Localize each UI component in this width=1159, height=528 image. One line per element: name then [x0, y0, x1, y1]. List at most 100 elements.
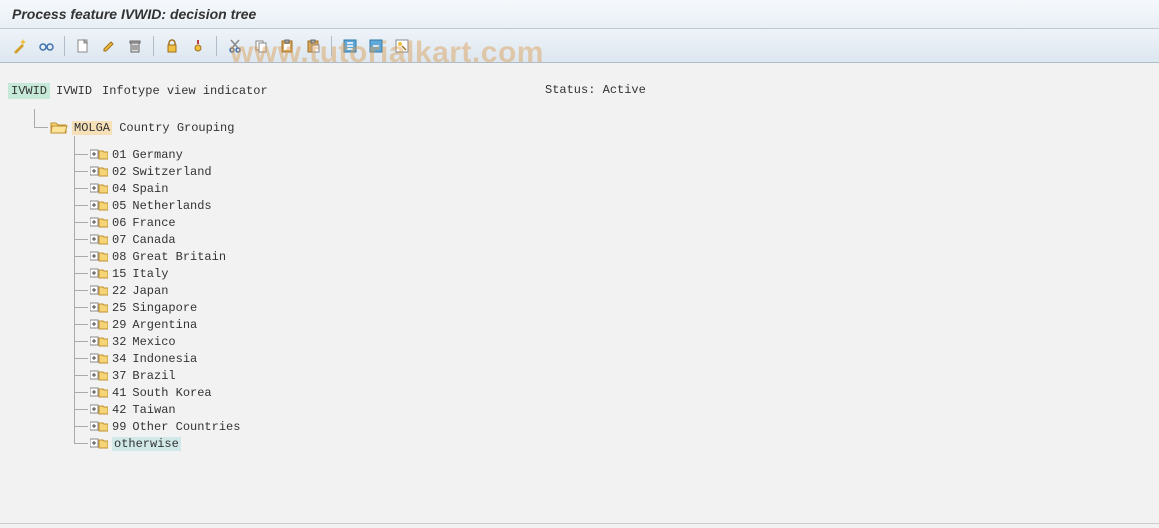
folder-closed-icon: [90, 284, 108, 298]
separator: [64, 36, 65, 56]
separator: [216, 36, 217, 56]
leaf-code: 42: [112, 403, 126, 417]
glasses-icon[interactable]: [34, 34, 58, 58]
folder-closed-icon: [90, 318, 108, 332]
tree-leaf[interactable]: 34 Indonesia: [8, 350, 1151, 367]
tree-leaf[interactable]: 42 Taiwan: [8, 401, 1151, 418]
leaf-code: 08: [112, 250, 126, 264]
leaf-code: 41: [112, 386, 126, 400]
leaf-otherwise: otherwise: [112, 437, 181, 451]
leaf-desc: Singapore: [132, 301, 197, 315]
leaf-code: 99: [112, 420, 126, 434]
separator: [153, 36, 154, 56]
folder-closed-icon: [90, 148, 108, 162]
footer-divider: [0, 523, 1159, 524]
folder-closed-icon: [90, 403, 108, 417]
copy-icon[interactable]: [249, 34, 273, 58]
cut-icon[interactable]: [223, 34, 247, 58]
tree-leaf-otherwise[interactable]: otherwise: [8, 435, 1151, 452]
folder-closed-icon: [90, 335, 108, 349]
leaf-desc: Netherlands: [132, 199, 211, 213]
leaf-code: 15: [112, 267, 126, 281]
leaf-desc: Canada: [132, 233, 175, 247]
tree-leaf[interactable]: 02 Switzerland: [8, 163, 1151, 180]
leaf-code: 04: [112, 182, 126, 196]
leaf-desc: Japan: [132, 284, 168, 298]
toolbar: [0, 29, 1159, 63]
leaf-code: 34: [112, 352, 126, 366]
folder-closed-icon: [90, 386, 108, 400]
folder-closed-icon: [90, 233, 108, 247]
title-bar: Process feature IVWID: decision tree: [0, 0, 1159, 29]
folder-closed-icon: [90, 267, 108, 281]
leaf-code: 25: [112, 301, 126, 315]
tree-leaf[interactable]: 37 Brazil: [8, 367, 1151, 384]
delete-icon[interactable]: [123, 34, 147, 58]
page-title: Process feature IVWID: decision tree: [12, 6, 256, 22]
content-area: IVWID IVWID Infotype view indicator Stat…: [0, 63, 1159, 460]
separator: [331, 36, 332, 56]
tree-leaf[interactable]: 32 Mexico: [8, 333, 1151, 350]
leaf-code: 37: [112, 369, 126, 383]
new-icon[interactable]: [71, 34, 95, 58]
root-badge: IVWID: [8, 83, 50, 99]
leaf-desc: France: [132, 216, 175, 230]
tree-leaf[interactable]: 08 Great Britain: [8, 248, 1151, 265]
tree-leaf[interactable]: 99 Other Countries: [8, 418, 1151, 435]
molga-desc: Country Grouping: [119, 121, 234, 135]
leaf-desc: Argentina: [132, 318, 197, 332]
tree-leaf[interactable]: 01 Germany: [8, 146, 1151, 163]
tree-leaf[interactable]: 41 South Korea: [8, 384, 1151, 401]
collapse-all-icon[interactable]: [364, 34, 388, 58]
root-desc: Infotype view indicator: [102, 84, 268, 98]
folder-closed-icon: [90, 250, 108, 264]
leaf-code: 01: [112, 148, 126, 162]
folder-open-icon: [50, 121, 68, 135]
leaf-desc: Germany: [132, 148, 182, 162]
leaf-desc: Brazil: [132, 369, 175, 383]
tree-leaf[interactable]: 25 Singapore: [8, 299, 1151, 316]
tree-node-molga[interactable]: MOLGA Country Grouping: [8, 119, 1151, 136]
folder-closed-icon: [90, 216, 108, 230]
tree-leaf[interactable]: 06 France: [8, 214, 1151, 231]
tree-leaf[interactable]: 29 Argentina: [8, 316, 1151, 333]
leaf-desc: Mexico: [132, 335, 175, 349]
root-code: IVWID: [56, 84, 92, 98]
folder-closed-icon: [90, 301, 108, 315]
leaf-desc: South Korea: [132, 386, 211, 400]
molga-code: MOLGA: [72, 121, 112, 135]
lock-icon[interactable]: [160, 34, 184, 58]
folder-closed-icon: [90, 420, 108, 434]
paste-special-icon[interactable]: [301, 34, 325, 58]
leaf-code: 02: [112, 165, 126, 179]
leaf-code: 29: [112, 318, 126, 332]
leaf-desc: Switzerland: [132, 165, 211, 179]
info-icon[interactable]: [186, 34, 210, 58]
expand-all-icon[interactable]: [338, 34, 362, 58]
leaf-code: 05: [112, 199, 126, 213]
wand-icon[interactable]: [8, 34, 32, 58]
folder-closed-icon: [90, 199, 108, 213]
status: Status: Active: [545, 83, 646, 97]
leaf-desc: Spain: [132, 182, 168, 196]
leaf-desc: Italy: [132, 267, 168, 281]
folder-closed-icon: [90, 182, 108, 196]
folder-closed-icon: [90, 369, 108, 383]
status-label: Status:: [545, 83, 595, 97]
tree-leaf[interactable]: 22Japan: [8, 282, 1151, 299]
tree-leaf[interactable]: 05 Netherlands: [8, 197, 1151, 214]
where-used-icon[interactable]: [390, 34, 414, 58]
leaf-code: 06: [112, 216, 126, 230]
tree-leaf[interactable]: 04 Spain: [8, 180, 1151, 197]
leaf-desc: Indonesia: [132, 352, 197, 366]
leaf-code: 07: [112, 233, 126, 247]
edit-icon[interactable]: [97, 34, 121, 58]
leaf-desc: Other Countries: [132, 420, 240, 434]
paste-icon[interactable]: [275, 34, 299, 58]
leaf-desc: Taiwan: [132, 403, 175, 417]
tree-leaf[interactable]: 15 Italy: [8, 265, 1151, 282]
leaf-desc: Great Britain: [132, 250, 226, 264]
folder-closed-icon: [90, 437, 108, 451]
tree-leaf[interactable]: 07 Canada: [8, 231, 1151, 248]
leaf-code: 32: [112, 335, 126, 349]
